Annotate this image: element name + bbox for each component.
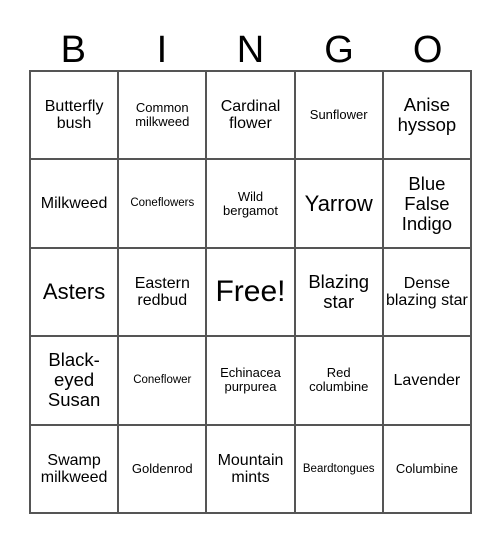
bingo-cell-g4[interactable]: Red columbine [295, 337, 384, 426]
bingo-cell-n2[interactable]: Wild bergamot [207, 160, 296, 249]
bingo-cell-label: Coneflowers [130, 197, 195, 210]
bingo-cell-label: Echinacea purpurea [220, 365, 281, 395]
bingo-header-letter-n: N [236, 29, 265, 71]
bingo-free-space-label: Free! [215, 274, 286, 308]
bingo-cell-label: Yarrow [304, 190, 373, 216]
bingo-cell-g3[interactable]: Blazing star [295, 248, 384, 338]
bingo-cell-label: Cardinal flower [220, 97, 281, 133]
bingo-cell-i1[interactable]: Common milkweed [119, 72, 208, 161]
bingo-cell-label: Lavender [393, 371, 461, 389]
bingo-cell-label: Asters [42, 279, 106, 305]
bingo-cell-o4[interactable]: Lavender [383, 337, 472, 426]
bingo-cell-label: Eastern redbud [134, 274, 190, 309]
bingo-cell-free-space[interactable]: Free! [207, 248, 296, 338]
bingo-cell-label: Mountain mints [217, 451, 284, 486]
bingo-cell-b1[interactable]: Butterfly bush [31, 72, 120, 161]
bingo-grid: Butterfly bush Common milkweed Cardinal … [29, 70, 472, 514]
bingo-cell-b4[interactable]: Black- eyed Susan [31, 337, 120, 426]
bingo-cell-label: Columbine [395, 460, 458, 476]
bingo-cell-label: Sunflower [309, 107, 368, 123]
bingo-cell-b3[interactable]: Asters [31, 248, 120, 338]
bingo-cell-o2[interactable]: Blue False Indigo [383, 160, 472, 249]
bingo-card: B I N G O Butterfly bush Common milkweed… [29, 14, 472, 514]
bingo-cell-i5[interactable]: Goldenrod [119, 425, 208, 514]
bingo-header-letter-b: B [60, 29, 86, 71]
bingo-cell-n1[interactable]: Cardinal flower [207, 72, 296, 161]
bingo-cell-g5[interactable]: Beardtongues [295, 425, 384, 514]
bingo-cell-b5[interactable]: Swamp milkweed [31, 425, 120, 514]
bingo-cell-label: Swamp milkweed [40, 451, 108, 486]
bingo-cell-label: Milkweed [40, 194, 108, 212]
bingo-cell-n4[interactable]: Echinacea purpurea [207, 337, 296, 426]
bingo-cell-o1[interactable]: Anise hyssop [383, 72, 472, 161]
bingo-cell-label: Coneflower [133, 374, 192, 387]
bingo-cell-o3[interactable]: Dense blazing star [383, 248, 472, 338]
bingo-cell-label: Beardtongues [302, 462, 375, 475]
bingo-cell-label: Black- eyed Susan [47, 349, 101, 411]
bingo-header-letter-g: G [324, 29, 354, 71]
bingo-cell-label: Butterfly bush [44, 97, 104, 133]
bingo-cell-i2[interactable]: Coneflowers [119, 160, 208, 249]
bingo-header-letter-i: I [156, 29, 168, 71]
bingo-cell-label: Dense blazing star [385, 274, 468, 309]
bingo-cell-label: Blazing star [308, 271, 370, 312]
bingo-cell-label: Blue False Indigo [401, 172, 453, 234]
bingo-header-row: B I N G O [29, 14, 472, 70]
bingo-cell-g2[interactable]: Yarrow [295, 160, 384, 249]
bingo-cell-label: Red columbine [309, 365, 369, 395]
bingo-cell-label: Wild bergamot [223, 188, 278, 218]
bingo-cell-label: Anise hyssop [397, 94, 457, 136]
bingo-cell-label: Common milkweed [135, 100, 190, 130]
bingo-cell-i3[interactable]: Eastern redbud [119, 248, 208, 338]
bingo-cell-o5[interactable]: Columbine [383, 425, 472, 514]
bingo-cell-label: Goldenrod [131, 460, 193, 476]
bingo-cell-n5[interactable]: Mountain mints [207, 425, 296, 514]
bingo-cell-i4[interactable]: Coneflower [119, 337, 208, 426]
bingo-header-letter-o: O [412, 29, 443, 71]
bingo-cell-g1[interactable]: Sunflower [295, 72, 384, 161]
bingo-cell-b2[interactable]: Milkweed [31, 160, 120, 249]
